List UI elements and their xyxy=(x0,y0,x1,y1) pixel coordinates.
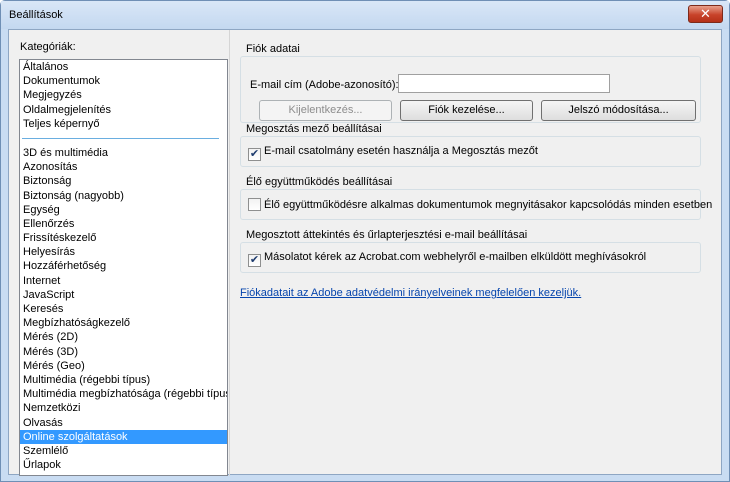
category-item[interactable]: 3D és multimédia xyxy=(20,146,227,160)
privacy-link[interactable]: Fiókadatait az Adobe adatvédelmi irányel… xyxy=(240,287,581,299)
category-item[interactable]: Online szolgáltatások xyxy=(20,429,227,444)
live-collab-checkbox-row[interactable]: Élő együttműködésre alkalmas dokumentumo… xyxy=(248,198,712,211)
category-item[interactable]: JavaScript xyxy=(20,288,227,302)
category-item[interactable]: Multimédia (régebbi típus) xyxy=(20,373,227,387)
category-item[interactable]: Olvasás xyxy=(20,416,227,430)
category-item[interactable]: Biztonság xyxy=(20,174,227,188)
category-item[interactable]: Ellenőrzés xyxy=(20,217,227,231)
category-item[interactable]: Szemlélő xyxy=(20,444,227,458)
close-icon: ✕ xyxy=(700,6,711,21)
title-bar[interactable]: Beállítások ✕ xyxy=(1,1,729,29)
email-label: E-mail cím (Adobe-azonosító): xyxy=(250,79,399,91)
sharing-checkbox-row[interactable]: ✔ E-mail csatolmány esetén használja a Me… xyxy=(248,145,538,161)
category-item[interactable]: Hozzáférhetőség xyxy=(20,259,227,273)
category-item[interactable]: Oldalmegjelenítés xyxy=(20,103,227,117)
sharing-group: Megosztás mező beállításai ✔ E-mail csato… xyxy=(240,123,701,167)
category-item[interactable]: Teljes képernyő xyxy=(20,117,227,131)
window-title: Beállítások xyxy=(9,9,63,21)
check-icon: ✔ xyxy=(249,148,260,160)
category-item[interactable]: Nemzetközi xyxy=(20,401,227,415)
sharing-checkbox-label: E-mail csatolmány esetén használja a Meg… xyxy=(264,145,538,157)
manage-account-button[interactable]: Fiók kezelése... xyxy=(400,100,533,121)
review-checkbox-label: Másolatot kérek az Acrobat.com webhelyrő… xyxy=(264,251,647,263)
category-item[interactable]: Mérés (Geo) xyxy=(20,359,227,373)
category-item[interactable]: Űrlapok xyxy=(20,458,227,472)
change-password-button[interactable]: Jelszó módosítása... xyxy=(541,100,696,121)
settings-panel: Fiók adatai E-mail cím (Adobe-azonosító)… xyxy=(229,30,723,476)
category-item[interactable]: Helyesírás xyxy=(20,245,227,259)
review-checkbox[interactable]: ✔ xyxy=(248,254,261,267)
category-item[interactable]: Mérés (3D) xyxy=(20,345,227,359)
live-collab-checkbox-label: Élő együttműködésre alkalmas dokumentumo… xyxy=(264,199,713,211)
settings-window: Beállítások ✕ Kategóriák: Általános Dokum… xyxy=(0,0,730,482)
categories-list[interactable]: Általános Dokumentumok Megjegyzés Oldalmegj… xyxy=(19,59,228,476)
email-input[interactable] xyxy=(398,74,610,93)
categories-separator xyxy=(22,137,219,139)
category-item[interactable]: Biztonság (nagyobb) xyxy=(20,189,227,203)
category-item[interactable]: Megjegyzés xyxy=(20,88,227,102)
dialog-client-area: Kategóriák: Általános Dokumentumok Megjegy… xyxy=(8,29,723,476)
check-icon: ✔ xyxy=(249,254,260,266)
live-collab-checkbox[interactable] xyxy=(248,198,261,211)
category-item[interactable]: Frissítéskezelő xyxy=(20,231,227,245)
review-group-title: Megosztott áttekintés és űrlapterjesztés… xyxy=(244,229,530,241)
account-group-title: Fiók adatai xyxy=(244,43,302,55)
account-group: Fiók adatai E-mail cím (Adobe-azonosító)… xyxy=(240,43,701,123)
category-item[interactable]: Egység xyxy=(20,203,227,217)
live-collab-group: Élő együttműködés beállításai Élő együtt… xyxy=(240,176,712,220)
category-item[interactable]: Általános xyxy=(20,60,227,74)
close-button[interactable]: ✕ xyxy=(688,5,723,23)
categories-label: Kategóriák: xyxy=(20,41,76,53)
category-item[interactable]: Multimédia megbízhatósága (régebbi típus… xyxy=(20,387,227,401)
category-item[interactable]: Internet xyxy=(20,274,227,288)
category-item[interactable]: Azonosítás xyxy=(20,160,227,174)
category-item[interactable]: Mérés (2D) xyxy=(20,330,227,344)
category-item[interactable]: Megbízhatóságkezelő xyxy=(20,316,227,330)
category-item[interactable]: Dokumentumok xyxy=(20,74,227,88)
review-group: Megosztott áttekintés és űrlapterjesztés… xyxy=(240,229,701,273)
sharing-checkbox[interactable]: ✔ xyxy=(248,148,261,161)
sharing-group-title: Megosztás mező beállításai xyxy=(244,123,384,135)
category-item[interactable]: Keresés xyxy=(20,302,227,316)
logout-button[interactable]: Kijelentkezés... xyxy=(259,100,392,121)
live-collab-group-title: Élő együttműködés beállításai xyxy=(244,176,395,188)
review-checkbox-row[interactable]: ✔ Másolatot kérek az Acrobat.com webhelyr… xyxy=(248,251,646,267)
